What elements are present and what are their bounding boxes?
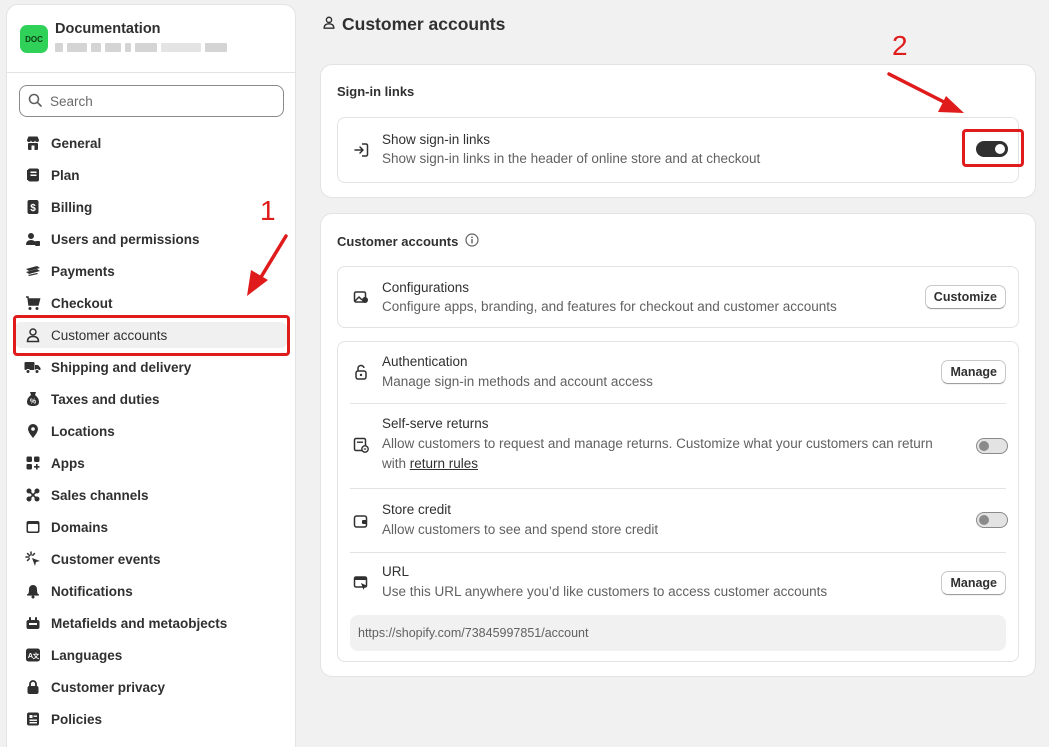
page-title: Customer accounts: [322, 14, 505, 35]
sidebar-item-sales-channels[interactable]: Sales channels: [7, 479, 295, 511]
store-name: Documentation: [55, 21, 161, 37]
customize-button[interactable]: Customize: [924, 285, 1006, 309]
sidebar-item-users[interactable]: Users and permissions: [7, 223, 295, 255]
apps-icon: [24, 455, 41, 472]
url-row: URL Use this URL anywhere you’d like cus…: [338, 553, 1018, 663]
sidebar-item-plan[interactable]: Plan: [7, 159, 295, 191]
cart-icon: [24, 295, 41, 312]
authentication-row: Authentication Manage sign-in methods an…: [338, 342, 1018, 404]
sidebar-item-shipping[interactable]: Shipping and delivery: [7, 351, 295, 383]
row-description: Configure apps, branding, and features f…: [382, 299, 837, 314]
sparkle-icon: [24, 551, 41, 568]
store-credit-toggle[interactable]: [976, 512, 1008, 528]
store-icon: [24, 135, 41, 152]
manage-url-button[interactable]: Manage: [941, 571, 1006, 595]
sidebar-item-locations[interactable]: Locations: [7, 415, 295, 447]
sidebar-item-taxes[interactable]: % Taxes and duties: [7, 383, 295, 415]
lock-icon: [24, 679, 41, 696]
returns-icon: [353, 437, 369, 453]
return-rules-link[interactable]: return rules: [410, 456, 478, 471]
store-header[interactable]: DOC Documentation: [7, 5, 295, 73]
row-title: Store credit: [382, 502, 452, 517]
svg-text:文: 文: [31, 651, 39, 660]
description-prefix: with: [382, 456, 410, 471]
manage-authentication-button[interactable]: Manage: [941, 360, 1006, 384]
annotation-number-2: 2: [892, 30, 908, 61]
search-input[interactable]: Search: [19, 85, 284, 117]
sidebar-item-languages[interactable]: A 文 Languages: [7, 639, 295, 671]
configurations-box: Configurations Configure apps, branding,…: [337, 266, 1019, 328]
customer-accounts-card: Customer accounts Configurations Configu…: [320, 213, 1036, 677]
sidebar-item-payments[interactable]: Payments: [7, 255, 295, 287]
annotation-highlight-toggle: [962, 129, 1024, 167]
policies-icon: [24, 711, 41, 728]
sign-in-icon: [353, 142, 369, 158]
account-settings-box: Authentication Manage sign-in methods an…: [337, 341, 1019, 662]
store-credit-row: Store credit Allow customers to see and …: [338, 489, 1018, 553]
sidebar-item-checkout[interactable]: Checkout: [7, 287, 295, 319]
settings-sidebar: DOC Documentation Search General Plan $ B…: [6, 4, 296, 747]
person-icon: [24, 327, 41, 344]
sidebar-item-customer-events[interactable]: Customer events: [7, 543, 295, 575]
metafields-icon: [24, 615, 41, 632]
sidebar-item-customer-privacy[interactable]: Customer privacy: [7, 671, 295, 703]
signin-links-card: Sign-in links Show sign-in links Show si…: [320, 64, 1036, 198]
sidebar-item-customer-accounts[interactable]: Customer accounts: [7, 319, 295, 351]
row-description: Allow customers to request and manage re…: [382, 436, 933, 451]
account-url-field[interactable]: https://shopify.com/73845997851/account: [350, 615, 1006, 651]
configurations-row: Configurations Configure apps, branding,…: [338, 267, 1018, 329]
sidebar-item-apps[interactable]: Apps: [7, 447, 295, 479]
search-placeholder: Search: [50, 93, 93, 109]
sidebar-item-policies[interactable]: Policies: [7, 703, 295, 735]
globe-icon: [24, 519, 41, 536]
plan-icon: [24, 167, 41, 184]
row-title: URL: [382, 564, 410, 579]
row-description: Show sign-in links in the header of onli…: [382, 151, 761, 166]
signin-links-box: Show sign-in links Show sign-in links in…: [337, 117, 1019, 183]
sidebar-item-metafields[interactable]: Metafields and metaobjects: [7, 607, 295, 639]
sidebar-item-billing[interactable]: $ Billing: [7, 191, 295, 223]
svg-text:%: %: [29, 399, 36, 406]
unlock-icon: [353, 364, 369, 380]
sidebar-item-general[interactable]: General: [7, 127, 295, 159]
truck-icon: [24, 359, 41, 376]
bell-icon: [24, 583, 41, 600]
card-title: Sign-in links: [337, 84, 415, 99]
page-title-text: Customer accounts: [342, 14, 506, 34]
store-logo: DOC: [20, 25, 48, 53]
payments-icon: [24, 263, 41, 280]
row-description: Allow customers to see and spend store c…: [382, 522, 659, 537]
row-description-line2: with return rules: [382, 454, 478, 474]
settings-nav: General Plan $ Billing Users and permissi…: [7, 127, 295, 735]
row-title: Show sign-in links: [382, 132, 491, 147]
language-icon: A文: [24, 647, 41, 664]
card-title-text: Customer accounts: [337, 234, 459, 249]
person-icon: [322, 14, 336, 35]
wallet-icon: [353, 513, 369, 529]
tax-icon: %: [24, 391, 41, 408]
channels-icon: [24, 487, 41, 504]
signin-row: Show sign-in links Show sign-in links in…: [338, 118, 1018, 184]
info-icon[interactable]: [465, 233, 479, 250]
self-serve-returns-toggle[interactable]: [976, 438, 1008, 454]
row-description: Use this URL anywhere you’d like custome…: [382, 584, 828, 599]
row-title: Authentication: [382, 354, 468, 369]
account-url-value: https://shopify.com/73845997851/account: [358, 626, 589, 640]
row-title: Configurations: [382, 280, 470, 295]
row-title: Self-serve returns: [382, 416, 489, 431]
svg-text:$: $: [30, 203, 36, 214]
branding-icon: [353, 289, 369, 305]
location-icon: [24, 423, 41, 440]
browser-icon: [353, 575, 369, 591]
sidebar-item-notifications[interactable]: Notifications: [7, 575, 295, 607]
users-icon: [24, 231, 41, 248]
sidebar-item-domains[interactable]: Domains: [7, 511, 295, 543]
card-title: Customer accounts: [337, 233, 479, 250]
store-url-redacted: [55, 43, 227, 52]
row-description: Manage sign-in methods and account acces…: [382, 374, 653, 389]
billing-icon: $: [24, 199, 41, 216]
self-serve-returns-row: Self-serve returns Allow customers to re…: [338, 404, 1018, 489]
search-icon: [28, 93, 42, 110]
annotation-number-1: 1: [260, 195, 276, 226]
